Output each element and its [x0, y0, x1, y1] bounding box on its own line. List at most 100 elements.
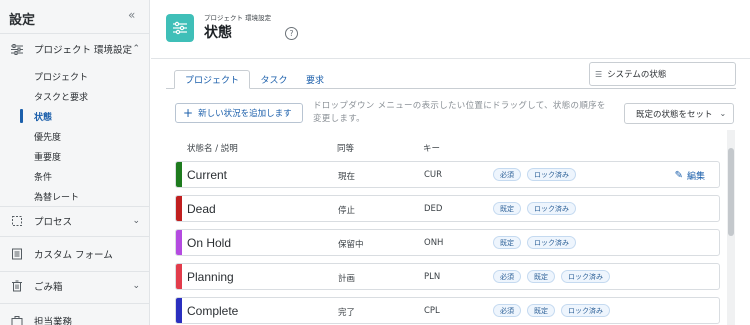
tab-request[interactable]: 要求	[298, 70, 332, 89]
status-name: Planning	[187, 270, 234, 284]
sliders-icon	[166, 14, 194, 42]
status-equivalent: 停止	[338, 206, 356, 216]
sidebar-item-severities[interactable]: 重要度	[0, 146, 150, 166]
sidebar-item-tasks-requests[interactable]: タスクと要求	[0, 86, 150, 106]
status-row[interactable]: On Hold 保留中 ONH 既定 ロック済み	[175, 229, 720, 256]
status-name: On Hold	[187, 236, 232, 250]
status-name: Dead	[187, 202, 216, 216]
sidebar-section-job-roles[interactable]: 担当業務	[0, 309, 150, 325]
status-filter-icon: ☰	[595, 69, 603, 79]
form-icon	[11, 248, 23, 260]
chevron-down-icon: ⌄	[132, 216, 140, 226]
help-icon[interactable]: ?	[285, 27, 298, 40]
sidebar-item-priorities[interactable]: 優先度	[0, 126, 150, 146]
status-filter-value: システムの状態	[607, 70, 667, 80]
sidebar-section-project-settings[interactable]: プロジェクト 環境設定 ⌃	[0, 37, 150, 61]
status-badge: ロック済み	[527, 236, 576, 249]
chevron-up-icon: ⌃	[132, 44, 140, 54]
status-badge: ロック済み	[561, 270, 610, 283]
sidebar-divider	[0, 33, 149, 34]
status-color-bar	[176, 196, 182, 221]
status-color-bar	[176, 264, 182, 289]
sidebar-section-processes[interactable]: プロセス ⌄	[0, 209, 150, 233]
tab-task[interactable]: タスク	[252, 70, 296, 89]
breadcrumb[interactable]: プロジェクト 環境設定	[204, 12, 271, 22]
header-divider	[151, 58, 750, 59]
status-badges: 必須 ロック済み	[493, 168, 576, 181]
pencil-icon: ✎	[674, 170, 683, 181]
status-color-bar	[176, 162, 182, 187]
sidebar-divider	[0, 236, 149, 237]
add-status-button[interactable]: + 新しい状況を追加します	[175, 103, 303, 123]
status-badge: 既定	[527, 270, 555, 283]
column-header-key: キー	[423, 144, 441, 154]
status-key: CUR	[424, 170, 443, 180]
sidebar-item-statuses[interactable]: 状態	[0, 106, 150, 126]
status-name: Complete	[187, 304, 239, 318]
process-icon	[11, 215, 23, 227]
status-key: CPL	[424, 306, 440, 316]
status-badges: 既定 ロック済み	[493, 236, 576, 249]
status-equivalent: 保留中	[338, 240, 364, 250]
main-content: プロジェクト 環境設定 状態 ? プロジェクト タスク 要求 ☰ システムの状態…	[151, 0, 750, 325]
status-key: ONH	[424, 238, 444, 248]
status-equivalent: 現在	[338, 172, 356, 182]
tab-project[interactable]: プロジェクト	[174, 70, 250, 89]
status-equivalent: 計画	[338, 274, 356, 284]
sidebar-section-label: ごみ箱	[34, 282, 63, 293]
chevron-down-icon: ⌄	[719, 109, 727, 118]
add-status-label: 新しい状況を追加します	[198, 109, 292, 119]
set-default-status-button[interactable]: 既定の状態をセット ⌄	[624, 103, 734, 124]
status-color-bar	[176, 298, 182, 323]
reorder-hint: ドロップダウン メニューの表示したい位置にドラッグして、状態の順序を変更します。	[313, 101, 606, 124]
status-key: PLN	[424, 272, 441, 282]
sliders-icon	[11, 43, 23, 55]
status-filter-field[interactable]: ☰ システムの状態	[589, 62, 736, 86]
edit-button[interactable]: ✎ 編集	[675, 169, 705, 182]
status-badges: 既定 ロック済み	[493, 202, 576, 215]
sidebar-section-label: プロジェクト 環境設定	[34, 45, 133, 56]
sidebar-divider	[0, 303, 149, 304]
sidebar-item-exchange-rates[interactable]: 為替レート	[0, 186, 150, 206]
column-header-name: 状態名 / 説明	[187, 144, 238, 154]
status-badge: 既定	[527, 304, 555, 317]
plus-icon: +	[183, 106, 194, 120]
status-row[interactable]: Complete 完了 CPL 必須 既定 ロック済み	[175, 297, 720, 324]
set-default-label: 既定の状態をセット	[636, 109, 713, 120]
sidebar-section-label: 担当業務	[34, 317, 73, 325]
tab-underline	[166, 88, 736, 89]
sidebar-title: 設定	[9, 13, 36, 28]
sidebar-divider	[0, 271, 149, 272]
double-chevron-left-icon[interactable]: «	[128, 8, 135, 22]
status-badge: ロック済み	[527, 202, 576, 215]
status-badge: 既定	[493, 202, 521, 215]
sidebar-divider	[0, 206, 149, 207]
status-row[interactable]: Current 現在 CUR 必須 ロック済み ✎ 編集	[175, 161, 720, 188]
sidebar: 設定 « プロジェクト 環境設定 ⌃ プロジェクト タスクと要求 状態 優先度 …	[0, 0, 150, 325]
status-badges: 必須 既定 ロック済み	[493, 304, 610, 317]
status-badge: ロック済み	[527, 168, 576, 181]
status-badge: 既定	[493, 236, 521, 249]
status-equivalent: 完了	[338, 308, 356, 318]
status-name: Current	[187, 168, 228, 182]
chevron-down-icon: ⌄	[132, 281, 140, 291]
status-badge: ロック済み	[561, 304, 610, 317]
page-title: 状態	[204, 25, 232, 41]
status-badge: 必須	[493, 304, 521, 317]
edit-label: 編集	[686, 172, 705, 182]
status-row[interactable]: Planning 計画 PLN 必須 既定 ロック済み	[175, 263, 720, 290]
status-row[interactable]: Dead 停止 DED 既定 ロック済み	[175, 195, 720, 222]
sidebar-section-trash[interactable]: ごみ箱 ⌄	[0, 274, 150, 298]
sidebar-item-conditions[interactable]: 条件	[0, 166, 150, 186]
sidebar-item-project[interactable]: プロジェクト	[0, 66, 150, 86]
trash-icon	[11, 280, 23, 292]
status-badge: 必須	[493, 168, 521, 181]
column-header-equivalent: 同等	[337, 144, 355, 154]
status-badge: 必須	[493, 270, 521, 283]
status-color-bar	[176, 230, 182, 255]
status-key: DED	[424, 204, 443, 214]
status-badges: 必須 既定 ロック済み	[493, 270, 610, 283]
sidebar-section-label: プロセス	[34, 217, 73, 228]
scrollbar-thumb[interactable]	[728, 148, 734, 236]
sidebar-section-custom-forms[interactable]: カスタム フォーム	[0, 242, 150, 266]
